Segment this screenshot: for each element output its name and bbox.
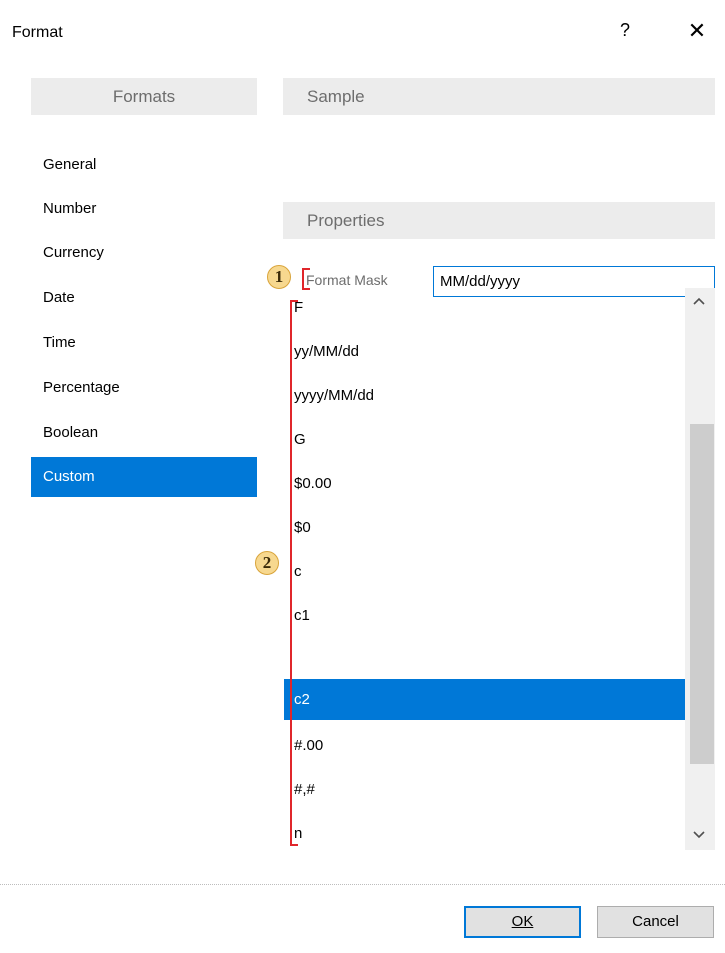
formats-header: Formats (31, 78, 257, 115)
mask-list-item-selected[interactable]: c2 (284, 679, 685, 720)
mask-list-item[interactable]: G (284, 424, 685, 456)
dialog-title: Format (12, 24, 63, 41)
callout-bracket-1-top (302, 268, 310, 270)
mask-list-item[interactable]: $0.00 (284, 468, 685, 500)
mask-list-item[interactable]: c (284, 556, 685, 588)
mask-list-item[interactable]: F (284, 292, 685, 324)
properties-header: Properties (283, 202, 715, 239)
mask-list-item[interactable]: yy/MM/dd (284, 336, 685, 368)
callout-badge-2: 2 (255, 551, 279, 575)
close-icon[interactable]: ✕ (688, 18, 706, 43)
footer-separator (0, 884, 725, 885)
callout-badge-1: 1 (267, 265, 291, 289)
chevron-up-icon[interactable] (693, 297, 705, 305)
sample-header: Sample (283, 78, 715, 115)
format-mask-list[interactable]: F yy/MM/dd yyyy/MM/dd G $0.00 $0 c c1 c2… (284, 288, 685, 848)
help-button[interactable]: ? (613, 20, 637, 41)
scroll-down-button[interactable] (693, 826, 705, 842)
mask-list-item[interactable]: #.00 (284, 730, 685, 762)
mask-list-item[interactable]: #,# (284, 774, 685, 806)
callout-bracket-2-top (290, 300, 298, 302)
callout-bracket-1 (302, 268, 304, 290)
callout-bracket-2 (290, 300, 292, 846)
cancel-button-label[interactable]: Cancel (632, 913, 679, 930)
mask-list-item[interactable]: n (284, 818, 685, 848)
format-item-custom[interactable]: Custom (31, 457, 257, 497)
mask-list-item[interactable]: $0 (284, 512, 685, 544)
format-item-currency[interactable]: Currency (31, 233, 257, 273)
ok-button-label[interactable]: OK (512, 913, 534, 930)
format-item-time[interactable]: Time (31, 323, 257, 363)
format-item-percentage[interactable]: Percentage (31, 368, 257, 408)
mask-list-item[interactable]: yyyy/MM/dd (284, 380, 685, 412)
callout-bracket-2-bottom (290, 844, 298, 846)
format-item-date[interactable]: Date (31, 278, 257, 318)
format-item-number[interactable]: Number (31, 189, 257, 229)
format-item-boolean[interactable]: Boolean (31, 413, 257, 453)
ok-button[interactable]: OK (464, 906, 581, 938)
format-item-general[interactable]: General (31, 145, 257, 185)
close-button[interactable]: ✕ (683, 18, 711, 44)
format-mask-label: Format Mask (306, 272, 388, 288)
mask-list-item[interactable]: c1 (284, 600, 685, 632)
scrollbar-thumb[interactable] (690, 424, 714, 764)
cancel-button[interactable]: Cancel (597, 906, 714, 938)
scroll-up-button[interactable] (693, 292, 705, 308)
chevron-down-icon[interactable] (693, 831, 705, 839)
